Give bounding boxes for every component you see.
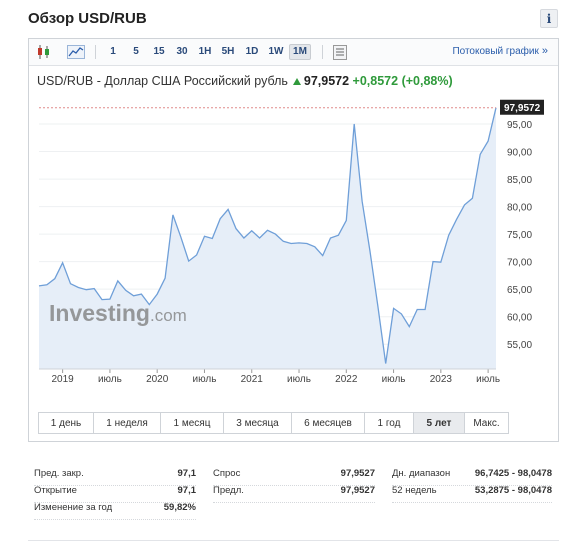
- stat-label: Пред. закр.: [34, 468, 84, 479]
- range-6-months[interactable]: 6 месяцев: [291, 412, 365, 434]
- stat-value: 53,2875 - 98,0478: [474, 485, 552, 496]
- stat-label: Дн. диапазон: [392, 468, 451, 479]
- x-axis-label: июль: [382, 374, 406, 385]
- stat-value: 59,82%: [163, 502, 196, 513]
- stat-label: Спрос: [213, 468, 241, 479]
- section-divider: [28, 540, 559, 541]
- y-axis-label: 70,00: [507, 258, 532, 269]
- stats-column-3: Дн. диапазон 96,7425 - 98,0478 52 недель…: [392, 468, 552, 503]
- stat-row: Пред. закр. 97,1: [34, 468, 197, 486]
- y-axis-label: 95,00: [507, 120, 532, 131]
- stat-row: 52 недель 53,2875 - 98,0478: [392, 485, 552, 503]
- x-axis-label: июль: [193, 374, 217, 385]
- stat-value: 97,1: [177, 485, 197, 496]
- stats-column-2: Спрос 97,9527 Предл. 97,9527: [213, 468, 375, 503]
- x-axis-label: 2021: [241, 374, 264, 385]
- stat-value: 97,1: [177, 468, 197, 479]
- stat-row: Изменение за год 59,82%: [34, 502, 196, 520]
- stat-value: 97,9527: [340, 468, 375, 479]
- x-axis-label: июль: [287, 374, 311, 385]
- stat-value: 97,9527: [340, 485, 375, 496]
- range-1-day[interactable]: 1 день: [38, 412, 94, 434]
- stats-column-1: Пред. закр. 97,1 Открытие 97,1 Изменение…: [34, 468, 197, 520]
- x-axis-label: июль: [98, 374, 122, 385]
- range-1-year[interactable]: 1 год: [364, 412, 414, 434]
- range-selector: 1 день 1 неделя 1 месяц 3 месяца 6 месяц…: [38, 412, 509, 434]
- stat-value: 96,7425 - 98,0478: [474, 468, 552, 479]
- range-max[interactable]: Макс.: [464, 412, 509, 434]
- range-5-years[interactable]: 5 лет: [413, 412, 465, 434]
- stat-label: Предл.: [213, 485, 244, 496]
- y-axis-label: 85,00: [507, 175, 532, 186]
- stat-label: 52 недель: [392, 485, 437, 496]
- x-axis-label: 2023: [430, 374, 453, 385]
- range-3-months[interactable]: 3 месяца: [223, 412, 292, 434]
- range-1-week[interactable]: 1 неделя: [93, 412, 161, 434]
- x-axis-label: 2020: [146, 374, 169, 385]
- stat-label: Изменение за год: [34, 502, 113, 513]
- y-axis-label: 75,00: [507, 230, 532, 241]
- stat-row: Дн. диапазон 96,7425 - 98,0478: [392, 468, 552, 486]
- x-axis-label: 2019: [52, 374, 75, 385]
- y-axis-label: 55,00: [507, 340, 532, 351]
- y-axis-label: 90,00: [507, 148, 532, 159]
- x-axis-label: 2022: [335, 374, 358, 385]
- stat-row: Предл. 97,9527: [213, 485, 375, 503]
- y-axis-label: 60,00: [507, 313, 532, 324]
- stat-row: Открытие 97,1: [34, 485, 197, 503]
- y-axis-label: 80,00: [507, 203, 532, 214]
- price-tag-label: 97,9572: [504, 103, 541, 114]
- page-title: Обзор USD/RUB: [28, 10, 147, 27]
- x-axis-label: июль: [476, 374, 500, 385]
- chart-widget: 1 5 15 30 1H 5H 1D 1W 1M Потоковый графи…: [28, 38, 559, 442]
- stat-row: Спрос 97,9527: [213, 468, 375, 486]
- range-1-month[interactable]: 1 месяц: [160, 412, 224, 434]
- info-icon[interactable]: i: [540, 9, 558, 28]
- stat-label: Открытие: [34, 485, 77, 496]
- price-chart[interactable]: Investing.com55,0060,0065,0070,0075,0080…: [29, 39, 558, 409]
- y-axis-label: 65,00: [507, 285, 532, 296]
